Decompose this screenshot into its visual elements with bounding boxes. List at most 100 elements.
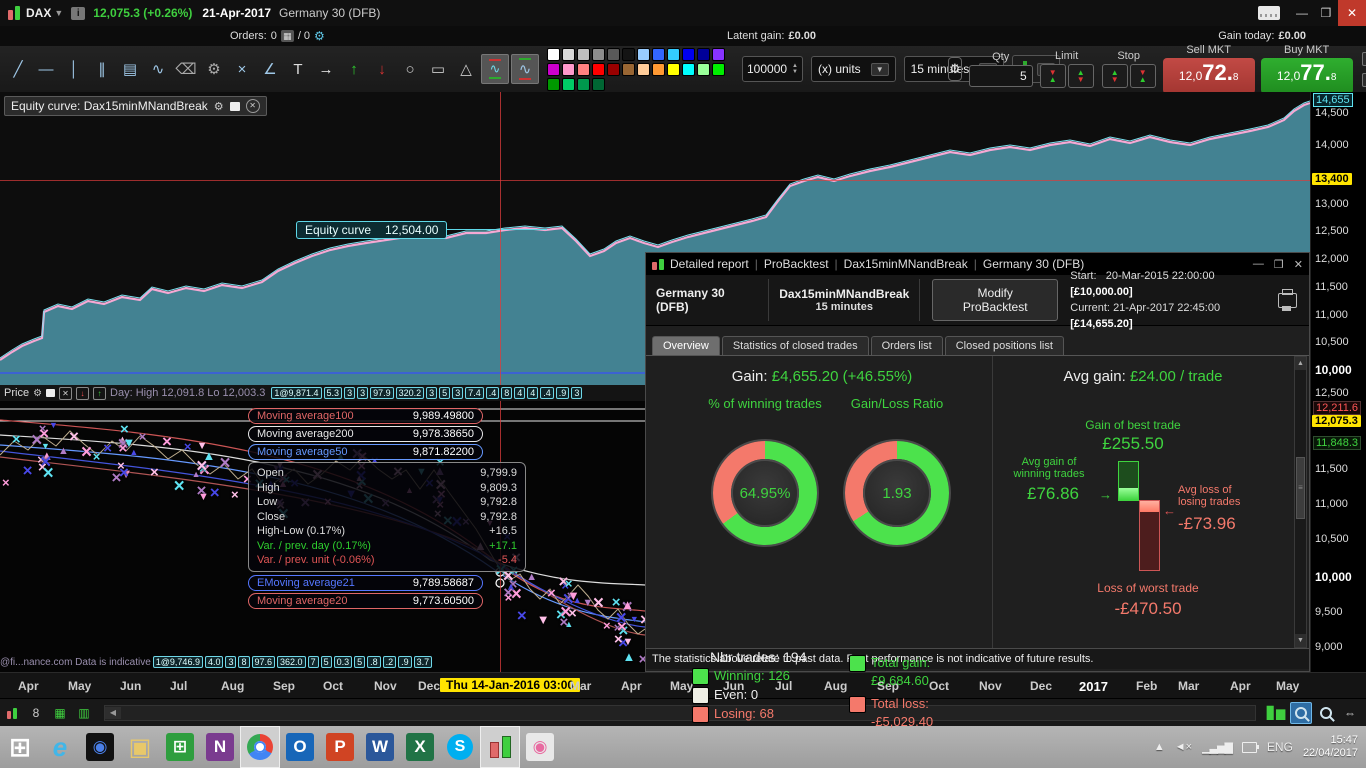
limit-sell-order-icon[interactable]: ▲▼: [1068, 64, 1094, 88]
color-swatch[interactable]: [547, 48, 560, 61]
triangle-tool[interactable]: △: [453, 55, 479, 83]
taskbar-item-paint[interactable]: ◉: [520, 726, 560, 768]
stop-buy-order-icon[interactable]: ▲▼: [1102, 64, 1128, 88]
taskbar-item-onenote[interactable]: N: [200, 726, 240, 768]
volume-muted-icon[interactable]: ◄×: [1175, 741, 1192, 753]
parallel-lines-tool[interactable]: ∥: [89, 55, 115, 83]
quantity-stepper[interactable]: 100000 ▲▼: [742, 56, 803, 82]
chart-stats-icon[interactable]: ▊▆: [1266, 703, 1286, 723]
arrow-up-tool[interactable]: ↑: [341, 55, 367, 83]
trade-settings-icon[interactable]: ⚙: [948, 57, 962, 81]
color-swatch[interactable]: [667, 63, 680, 76]
color-swatch[interactable]: [607, 48, 620, 61]
wrench-icon[interactable]: ⚙: [33, 388, 42, 399]
spin-arrows-icon[interactable]: ▲▼: [792, 63, 798, 75]
price-axis[interactable]: 14,65514,50014,00013,40013,00012,50012,0…: [1310, 92, 1366, 672]
equity-window-title[interactable]: Equity curve: Dax15minMNandBreak ⚙ ✕: [4, 96, 267, 116]
taskbar-item-skype[interactable]: S: [440, 726, 480, 768]
orders-settings-icon[interactable]: ⚙: [314, 29, 325, 43]
color-swatch[interactable]: [607, 63, 620, 76]
close-icon[interactable]: ✕: [246, 99, 260, 113]
stop-sell-order-icon[interactable]: ▼▲: [1130, 64, 1156, 88]
zoom-in-icon[interactable]: [1290, 702, 1312, 724]
color-swatch[interactable]: [622, 63, 635, 76]
scroll-left-icon[interactable]: ◀: [105, 707, 121, 719]
arrow-right-tool[interactable]: →: [313, 55, 339, 83]
limit-buy-order-icon[interactable]: ▼▲: [1040, 64, 1066, 88]
taskbar-item-start[interactable]: ⊞: [0, 726, 40, 768]
color-swatch[interactable]: [652, 48, 665, 61]
taskbar-item-media-player[interactable]: ◉: [80, 726, 120, 768]
buy-mkt-button[interactable]: 12,077.8: [1261, 58, 1353, 94]
color-swatch[interactable]: [637, 48, 650, 61]
color-swatch[interactable]: [577, 48, 590, 61]
time-axis[interactable]: AprMayJunJulAugSepOctNovDecThu 14-Jan-20…: [0, 672, 1366, 699]
scroll-thumb[interactable]: ≡: [1296, 457, 1305, 519]
color-swatch[interactable]: [622, 48, 635, 61]
wrench-icon[interactable]: ⚙: [214, 100, 224, 113]
tab-closed-positions[interactable]: Closed positions list: [945, 336, 1064, 355]
print-icon[interactable]: [1278, 293, 1297, 308]
cross-tool[interactable]: ×: [229, 55, 255, 83]
stop-checkbox[interactable]: [1362, 52, 1366, 66]
limit-checkbox[interactable]: [1362, 73, 1366, 87]
scroll-up-icon[interactable]: ▲: [1295, 357, 1306, 370]
tray-expand-icon[interactable]: ▲: [1154, 741, 1165, 753]
keyboard-icon[interactable]: [1258, 6, 1280, 20]
scroll-down-icon[interactable]: ▼: [1295, 634, 1306, 647]
window-icon[interactable]: [230, 102, 240, 111]
network-signal-icon[interactable]: ▁▃▅▇: [1202, 741, 1232, 754]
color-swatch[interactable]: [592, 48, 605, 61]
window-icon[interactable]: [46, 389, 55, 397]
color-swatch[interactable]: [652, 63, 665, 76]
color-swatch[interactable]: [562, 48, 575, 61]
taskbar-item-outlook[interactable]: O: [280, 726, 320, 768]
color-swatch[interactable]: [577, 78, 590, 91]
text-tool[interactable]: T: [285, 55, 311, 83]
clock[interactable]: 15:4722/04/2017: [1303, 734, 1358, 760]
fibonacci-tool[interactable]: ▤: [117, 55, 143, 83]
ellipse-tool[interactable]: ○: [397, 55, 423, 83]
candle-view-icon[interactable]: [2, 703, 22, 723]
taskbar-item-chrome[interactable]: [240, 726, 280, 768]
taskbar-item-excel[interactable]: X: [400, 726, 440, 768]
zigzag-tool[interactable]: ∿: [145, 55, 171, 83]
battery-icon[interactable]: [1242, 742, 1257, 753]
taskbar-item-word[interactable]: W: [360, 726, 400, 768]
table-view-icon[interactable]: ▦: [50, 703, 70, 723]
trend-line-tool[interactable]: ╱: [5, 55, 31, 83]
color-swatch[interactable]: [547, 63, 560, 76]
vertical-line-tool[interactable]: │: [61, 55, 87, 83]
taskbar-item-prorealtime[interactable]: [480, 726, 520, 768]
expand-icon[interactable]: ⇔: [1340, 703, 1360, 723]
tab-overview[interactable]: Overview: [652, 336, 720, 355]
instrument-symbol[interactable]: DAX: [26, 6, 51, 20]
taskbar-item-powerpoint[interactable]: P: [320, 726, 360, 768]
arrow-down-tool[interactable]: ↓: [369, 55, 395, 83]
close-icon[interactable]: ✕: [59, 387, 72, 400]
horizontal-line-tool[interactable]: —: [33, 55, 59, 83]
arrow-up-icon[interactable]: ↑: [93, 387, 106, 400]
qty-input[interactable]: 5: [969, 65, 1033, 87]
tab-statistics[interactable]: Statistics of closed trades: [722, 336, 869, 355]
arrow-down-icon[interactable]: ↓: [76, 387, 89, 400]
color-swatch[interactable]: [562, 78, 575, 91]
delete-tool[interactable]: ⌫: [173, 55, 199, 83]
info-icon[interactable]: i: [71, 7, 85, 20]
color-swatch[interactable]: [697, 48, 710, 61]
color-swatch[interactable]: [697, 63, 710, 76]
color-swatch[interactable]: [712, 63, 725, 76]
color-swatch[interactable]: [592, 78, 605, 91]
color-swatch[interactable]: [592, 63, 605, 76]
sell-mkt-button[interactable]: 12,072.8: [1163, 58, 1255, 94]
grid-view-icon[interactable]: ▥: [74, 703, 94, 723]
color-swatch[interactable]: [562, 63, 575, 76]
rectangle-tool[interactable]: ▭: [425, 55, 451, 83]
modify-probacktest-button[interactable]: Modify ProBacktest: [932, 279, 1058, 321]
zoom-out-icon[interactable]: [1316, 703, 1336, 723]
angle-line-tool[interactable]: ∠: [257, 55, 283, 83]
close-button[interactable]: ✕: [1338, 0, 1366, 26]
color-swatch[interactable]: [682, 48, 695, 61]
color-swatch[interactable]: [667, 48, 680, 61]
report-scrollbar[interactable]: ▲ ≡ ▼: [1294, 356, 1307, 648]
